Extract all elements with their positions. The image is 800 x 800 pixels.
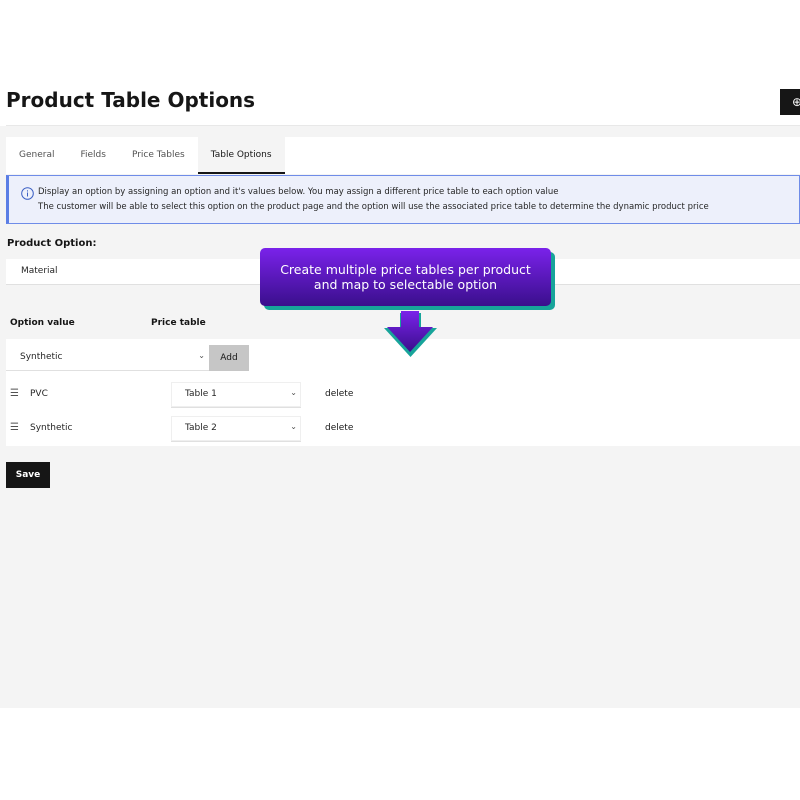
option-rows: ☰ PVC Table 1 ⌄ delete ☰ Synthetic Table…: [6, 378, 800, 446]
notice-text-line-2: The customer will be able to select this…: [38, 202, 709, 212]
chevron-down-icon: ⌄: [290, 422, 297, 431]
tab-fields[interactable]: Fields: [67, 137, 118, 174]
tab-table-options[interactable]: Table Options: [197, 137, 285, 174]
table-row: ☰ Synthetic Table 2 ⌄ delete: [6, 412, 800, 446]
column-header-price-table: Price table: [151, 317, 206, 328]
plus-circle-icon: ⊕: [792, 95, 800, 109]
price-table-select[interactable]: Table 1 ⌄: [171, 382, 301, 408]
tab-price-tables[interactable]: Price Tables: [119, 137, 198, 174]
price-table-select[interactable]: Table 2 ⌄: [171, 416, 301, 442]
save-button[interactable]: Save: [6, 462, 50, 488]
table-row: ☰ PVC Table 1 ⌄ delete: [6, 378, 800, 412]
notice-text-line-1: Display an option by assigning an option…: [38, 187, 559, 197]
delete-link[interactable]: delete: [325, 389, 353, 399]
row-option-value: PVC: [30, 389, 48, 399]
callout-text-line-2: and map to selectable option: [313, 277, 498, 292]
tab-bar: General Fields Price Tables Table Option…: [6, 137, 800, 174]
tab-general[interactable]: General: [6, 137, 67, 174]
arrow-down-icon: [384, 311, 437, 357]
product-option-label: Product Option:: [7, 238, 97, 249]
drag-handle-icon[interactable]: ☰: [10, 422, 19, 433]
add-button[interactable]: Add: [209, 345, 249, 371]
price-table-selected: Table 2: [185, 423, 217, 433]
header-action-button[interactable]: ⊕: [780, 89, 800, 115]
drag-handle-icon[interactable]: ☰: [10, 388, 19, 399]
info-icon: [21, 187, 34, 200]
delete-link[interactable]: delete: [325, 423, 353, 433]
info-notification: Display an option by assigning an option…: [6, 175, 800, 224]
product-option-value: Material: [21, 266, 58, 276]
page-title: Product Table Options: [6, 88, 256, 112]
row-option-value: Synthetic: [30, 423, 73, 433]
option-value-select[interactable]: Synthetic ⌄: [6, 345, 209, 371]
chevron-down-icon: ⌄: [290, 388, 297, 397]
callout-box: Create multiple price tables per product…: [260, 248, 551, 306]
option-value-selected: Synthetic: [20, 352, 63, 362]
price-table-selected: Table 1: [185, 389, 217, 399]
promo-callout: Create multiple price tables per product…: [260, 248, 557, 312]
column-header-option-value: Option value: [10, 317, 75, 328]
chevron-down-icon: ⌄: [198, 351, 205, 360]
callout-text-line-1: Create multiple price tables per product: [280, 262, 531, 277]
